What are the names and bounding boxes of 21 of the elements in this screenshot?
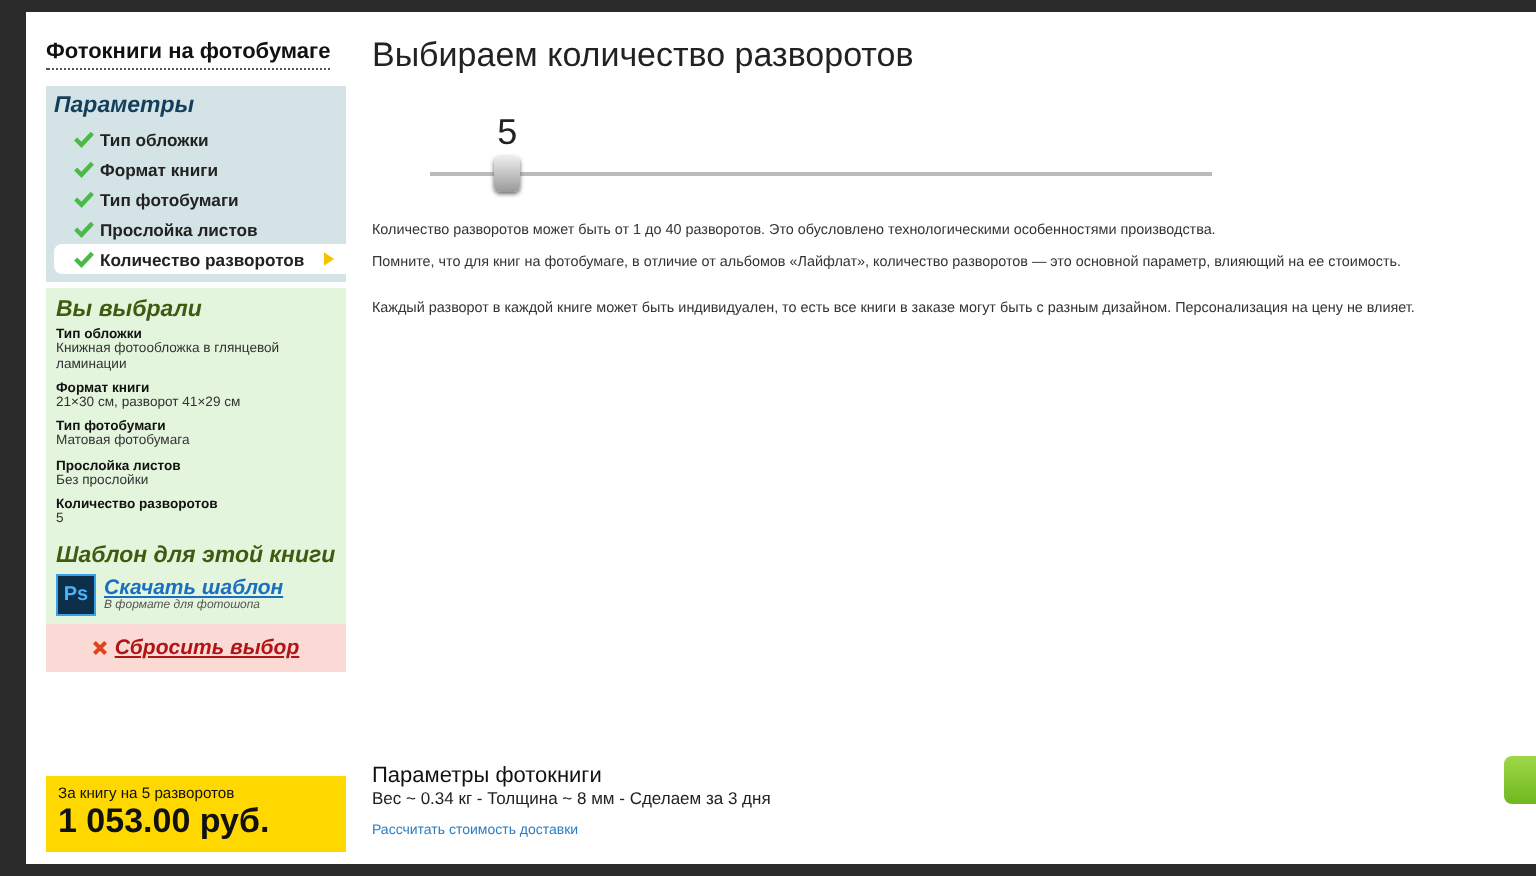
sidebar-title: Фотокниги на фотобумаге <box>46 40 331 70</box>
step-item[interactable]: Формат книги <box>54 154 346 184</box>
step-item[interactable]: Прослойка листов <box>54 214 346 244</box>
price-amount: 1 053.00 руб. <box>58 802 272 842</box>
page-title: Выбираем количество разворотов <box>372 36 916 76</box>
summary-title: Параметры фотокниги <box>372 764 604 788</box>
section-heading: Параметры <box>54 94 197 118</box>
download-link[interactable]: Скачать шаблон <box>104 576 284 601</box>
side-tab-button[interactable] <box>1504 756 1536 804</box>
slider[interactable]: 5 <box>430 100 1212 192</box>
summary-details: Вес ~ 0.34 кг - Толщина ~ 8 мм - Сделаем за 3 дня <box>372 788 773 808</box>
arrow-icon <box>324 252 334 266</box>
reset-link[interactable]: Сбросить выбор <box>114 635 300 660</box>
step-item[interactable]: Тип обложки <box>54 124 346 154</box>
step-item[interactable]: Количество разворотов <box>54 244 346 274</box>
cross-icon <box>92 639 109 656</box>
slider-value: 5 <box>497 112 518 154</box>
step-item[interactable]: Тип фотобумаги <box>54 184 346 214</box>
section-heading: Вы выбрали <box>56 298 204 322</box>
section-heading: Шаблон для этой книги <box>56 543 338 568</box>
photoshop-icon: Ps <box>56 573 96 616</box>
